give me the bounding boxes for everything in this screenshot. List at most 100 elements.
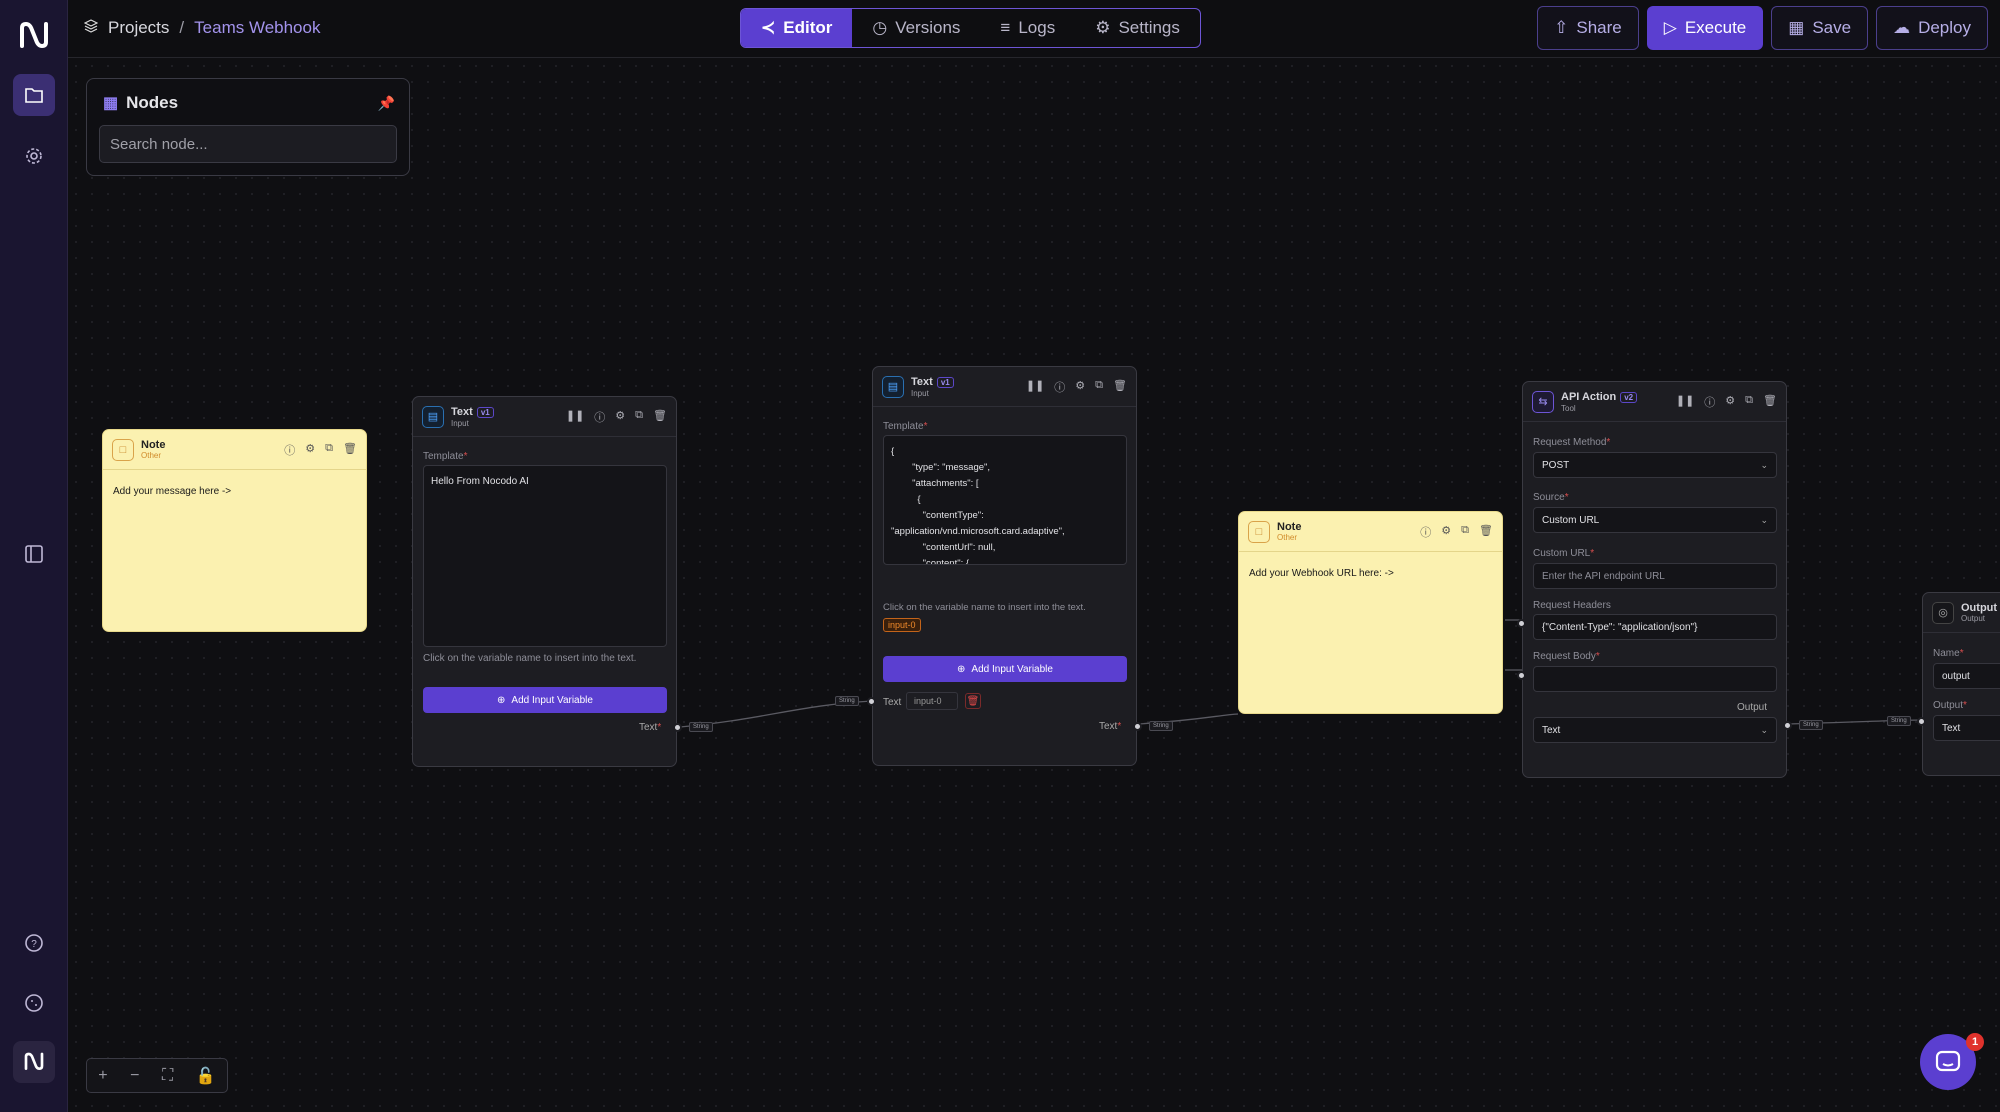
name-label: Name xyxy=(1933,648,1960,659)
fit-view-icon[interactable]: ⛶ xyxy=(162,1067,173,1085)
template-textarea[interactable]: { "type": "message", "attachments": [ { … xyxy=(883,435,1127,565)
output-select[interactable]: Text ⌄ xyxy=(1533,717,1777,743)
note-node-webhook[interactable]: □ Note Other ⓘ ⚙ ⧉ 🗑 Add your Webhook URL he… xyxy=(1238,511,1503,714)
pause-icon[interactable]: ❚❚ xyxy=(1026,379,1044,395)
info-icon[interactable]: ⓘ xyxy=(1054,379,1065,395)
info-icon[interactable]: ⓘ xyxy=(284,442,295,458)
folder-icon[interactable] xyxy=(13,74,55,116)
gear-icon[interactable]: ⚙ xyxy=(615,409,625,425)
copy-icon[interactable]: ⧉ xyxy=(1461,524,1469,540)
gear-icon[interactable]: ⚙ xyxy=(1441,524,1451,540)
pause-icon[interactable]: ❚❚ xyxy=(566,409,584,425)
template-hint: Click on the variable name to insert int… xyxy=(883,602,1086,613)
zoom-controls: + − ⛶ 🔓 xyxy=(86,1058,228,1093)
sidebar-toggle-icon[interactable] xyxy=(13,533,55,575)
breadcrumb-separator: / xyxy=(179,18,185,37)
pin-icon[interactable]: 📌 xyxy=(378,95,395,112)
help-icon[interactable]: ? xyxy=(13,922,55,964)
chat-icon xyxy=(1935,1050,1961,1072)
text-node-2[interactable]: ▤ Text v1 Input ❚❚ ⓘ ⚙ ⧉ 🗑 Template* { "type":… xyxy=(835,366,1173,766)
text-node-1[interactable]: ▤ Text v1 Input ❚❚ ⓘ ⚙ ⧉ 🗑 Template* Hello Fro… xyxy=(412,396,713,767)
save-icon: ▦ xyxy=(1788,18,1805,37)
output-port[interactable] xyxy=(1133,722,1142,731)
notification-badge: 1 xyxy=(1966,1033,1984,1051)
text-input-icon: ▤ xyxy=(422,405,444,428)
tab-logs-label: Logs xyxy=(1018,18,1056,37)
node-subtitle: Other xyxy=(141,451,162,460)
note-body[interactable]: Add your Webhook URL here: -> xyxy=(1249,568,1394,579)
play-icon: ▷ xyxy=(1663,18,1677,37)
node-title: Note xyxy=(141,439,166,451)
list-icon: ≡ xyxy=(1000,18,1011,37)
add-input-variable-button[interactable]: ⊕ Add Input Variable xyxy=(423,687,667,713)
variable-chip[interactable]: input-0 xyxy=(883,618,921,632)
output-type-tag: String xyxy=(689,722,713,732)
tab-versions[interactable]: ◷ Versions xyxy=(852,9,980,47)
output-type-select[interactable]: Text xyxy=(1933,715,2000,741)
info-icon[interactable]: ⓘ xyxy=(1704,394,1715,410)
api-action-node[interactable]: ⇆ API Action v2 Tool ❚❚ ⓘ ⚙ ⧉ 🗑 Request Method… xyxy=(1517,381,1823,778)
trash-icon[interactable]: 🗑 xyxy=(343,442,357,458)
output-node[interactable]: ◎ Output Output Name* output Output* Text… xyxy=(1887,592,2000,776)
node-subtitle: Tool xyxy=(1561,403,1576,413)
gear-icon[interactable]: ⚙ xyxy=(305,442,315,458)
tab-settings[interactable]: ⚙ Settings xyxy=(1075,9,1200,47)
sticky-note-icon: □ xyxy=(112,438,134,461)
input-variable-field[interactable]: input-0 xyxy=(906,692,958,710)
output-label: Output xyxy=(1933,700,1964,711)
nodes-panel: ▦ Nodes 📌 xyxy=(86,78,410,176)
copy-icon[interactable]: ⧉ xyxy=(325,442,333,458)
tab-logs[interactable]: ≡ Logs xyxy=(980,9,1075,47)
headers-input-port[interactable] xyxy=(1517,619,1526,628)
tab-editor[interactable]: ≺ Editor xyxy=(741,9,853,47)
input-port[interactable] xyxy=(1917,717,1926,726)
input-port[interactable] xyxy=(867,697,876,706)
output-port[interactable] xyxy=(673,723,682,732)
pause-icon[interactable]: ❚❚ xyxy=(1676,394,1694,410)
copy-icon[interactable]: ⧉ xyxy=(1745,394,1753,410)
copy-icon[interactable]: ⧉ xyxy=(1095,379,1103,395)
copy-icon[interactable]: ⧉ xyxy=(635,409,643,425)
note-node-message[interactable]: □ Note Other ⓘ ⚙ ⧉ 🗑 Add your message here -… xyxy=(102,429,367,632)
node-header: □ Note Other ⓘ ⚙ ⧉ 🗑 xyxy=(103,430,366,470)
node-subtitle: Input xyxy=(451,418,469,428)
gear-icon[interactable]: ⚙ xyxy=(1725,394,1735,410)
version-badge: v1 xyxy=(476,406,494,418)
trash-icon[interactable]: 🗑 xyxy=(965,693,981,709)
note-body[interactable]: Add your message here -> xyxy=(113,486,231,497)
gear-icon[interactable] xyxy=(13,135,55,177)
nodes-title-text: Nodes xyxy=(126,93,179,112)
request-method-select[interactable]: POST ⌄ xyxy=(1533,452,1777,478)
node-search-input[interactable] xyxy=(99,125,397,163)
trash-icon[interactable]: 🗑 xyxy=(1763,394,1777,410)
node-subtitle: Output xyxy=(1961,614,1986,623)
deploy-button[interactable]: ☁ Deploy xyxy=(1876,6,1988,50)
execute-button[interactable]: ▷ Execute xyxy=(1646,6,1764,50)
body-input-port[interactable] xyxy=(1517,671,1526,680)
gear-icon[interactable]: ⚙ xyxy=(1075,379,1085,395)
trash-icon[interactable]: 🗑 xyxy=(653,409,667,425)
info-icon[interactable]: ⓘ xyxy=(1420,524,1431,540)
share-button[interactable]: ⇧ Share xyxy=(1537,6,1639,50)
add-input-variable-button[interactable]: ⊕ Add Input Variable xyxy=(883,656,1127,682)
info-icon[interactable]: ⓘ xyxy=(594,409,605,425)
template-textarea[interactable]: Hello From Nocodo AI xyxy=(423,465,667,647)
lock-icon[interactable]: 🔓 xyxy=(196,1066,216,1086)
nodes-panel-title: ▦ Nodes xyxy=(103,93,178,113)
custom-url-input[interactable]: Enter the API endpoint URL xyxy=(1533,563,1777,589)
output-name-input[interactable]: output xyxy=(1933,663,2000,689)
request-body-input[interactable] xyxy=(1533,666,1777,692)
request-headers-input[interactable]: {"Content-Type": "application/json"} xyxy=(1533,614,1777,640)
save-button[interactable]: ▦ Save xyxy=(1771,6,1869,50)
source-select[interactable]: Custom URL ⌄ xyxy=(1533,507,1777,533)
workspace-avatar[interactable] xyxy=(13,1041,55,1083)
cookie-icon[interactable] xyxy=(13,982,55,1024)
trash-icon[interactable]: 🗑 xyxy=(1479,524,1493,540)
output-port[interactable] xyxy=(1783,721,1792,730)
zoom-out-icon[interactable]: − xyxy=(130,1067,139,1085)
breadcrumb-projects[interactable]: Projects xyxy=(108,18,169,38)
share-nodes-icon: ≺ xyxy=(761,18,776,37)
trash-icon[interactable]: 🗑 xyxy=(1113,379,1127,395)
app-logo[interactable] xyxy=(16,18,52,54)
zoom-in-icon[interactable]: + xyxy=(98,1067,107,1085)
